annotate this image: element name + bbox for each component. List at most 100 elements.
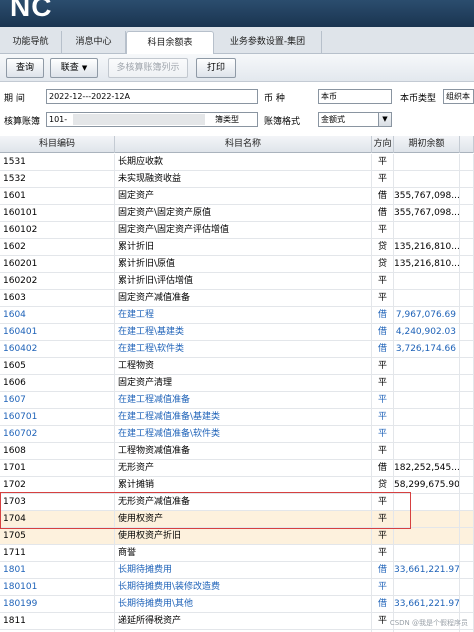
header-name[interactable]: 科目名称 <box>115 136 372 153</box>
account-code-cell: 1703 <box>0 494 115 511</box>
table-row[interactable]: 1702 累计摊销贷 58,299,675.90 <box>0 477 474 494</box>
extra-cell <box>460 579 474 596</box>
watermark: CSDN @我是个假程序员 <box>389 619 468 627</box>
account-code-cell: 160201 <box>0 256 115 273</box>
account-name-cell: 累计折旧\评估增值 <box>115 273 372 290</box>
opening-balance-cell <box>394 528 460 545</box>
period-field[interactable]: 2022-12---2022-12A <box>46 89 258 104</box>
tab-function-nav[interactable]: 功能导航 <box>0 31 62 54</box>
query-button[interactable]: 查询 <box>6 58 44 78</box>
link-query-button[interactable]: 联查 ▼ <box>50 58 98 78</box>
table-row[interactable]: 1532 未实现融资收益平 <box>0 171 474 188</box>
table-row[interactable]: 1601 固定资产借 355,767,098.... <box>0 188 474 205</box>
table-row[interactable]: 1705 使用权资产折旧平 <box>0 528 474 545</box>
chevron-down-icon[interactable]: ▼ <box>378 113 391 126</box>
table-row[interactable]: 1606 固定资产清理平 <box>0 375 474 392</box>
header-extra[interactable] <box>460 136 474 153</box>
table-row[interactable]: 1711 商誉平 <box>0 545 474 562</box>
table-row[interactable]: 160401 在建工程\基建类借 4,240,902.03 <box>0 324 474 341</box>
account-code-cell: 180101 <box>0 579 115 596</box>
direction-cell: 借 <box>372 562 394 579</box>
tab-message-center[interactable]: 消息中心 <box>62 31 126 54</box>
account-name-cell: 长期待摊费用 <box>115 562 372 579</box>
opening-balance-cell: 355,767,098.... <box>394 205 460 222</box>
table-row[interactable]: 180199 长期待摊费用\其他借 33,661,221.97 <box>0 596 474 613</box>
table-row[interactable]: 160202 累计折旧\评估增值平 <box>0 273 474 290</box>
direction-cell: 借 <box>372 324 394 341</box>
account-code-cell: 1604 <box>0 307 115 324</box>
extra-cell <box>460 307 474 324</box>
table-row[interactable]: 160702 在建工程减值准备\软件类平 <box>0 426 474 443</box>
account-name-cell: 累计折旧 <box>115 239 372 256</box>
table-row[interactable]: 1531 长期应收款平 <box>0 154 474 171</box>
direction-cell: 借 <box>372 307 394 324</box>
header-code[interactable]: 科目编码 <box>0 136 115 153</box>
extra-cell <box>460 392 474 409</box>
account-code-cell: 1602 <box>0 239 115 256</box>
multi-book-label: 多核算账簿列示 <box>116 63 180 73</box>
account-name-cell: 长期待摊费用\其他 <box>115 596 372 613</box>
tab-account-balance[interactable]: 科目余额表 <box>126 31 214 54</box>
account-name-cell: 固定资产减值准备 <box>115 290 372 307</box>
extra-cell <box>460 409 474 426</box>
toolbar: 查询 联查 ▼ 多核算账簿列示 打印 <box>0 54 474 82</box>
table-row[interactable]: 180101 长期待摊费用\装修改造费平 <box>0 579 474 596</box>
tab-business-params[interactable]: 业务参数设置-集团 <box>214 31 322 54</box>
extra-cell <box>460 511 474 528</box>
direction-cell: 平 <box>372 409 394 426</box>
account-code-cell: 1701 <box>0 460 115 477</box>
table-row[interactable]: 160101 固定资产\固定资产原值借 355,767,098.... <box>0 205 474 222</box>
table-row[interactable]: 1605 工程物资平 <box>0 358 474 375</box>
currency-field[interactable]: 本币 <box>318 89 392 104</box>
multi-book-button[interactable]: 多核算账簿列示 <box>108 58 188 78</box>
extra-cell <box>460 171 474 188</box>
account-code-cell: 180199 <box>0 596 115 613</box>
table-row[interactable]: 1704 使用权资产平 <box>0 511 474 528</box>
header-opening[interactable]: 期初余额 <box>394 136 460 153</box>
account-name-cell: 使用权资产折旧 <box>115 528 372 545</box>
extra-cell <box>460 596 474 613</box>
account-code-cell: 160702 <box>0 426 115 443</box>
table-row[interactable]: 1602 累计折旧贷 135,216,810.... <box>0 239 474 256</box>
opening-balance-cell <box>394 426 460 443</box>
direction-cell: 借 <box>372 188 394 205</box>
account-code-cell: 1607 <box>0 392 115 409</box>
format-value: 金额式 <box>321 115 345 124</box>
table-row[interactable]: 1703 无形资产减值准备平 <box>0 494 474 511</box>
book-field[interactable]: 101- 簿类型 <box>46 112 258 127</box>
opening-balance-cell <box>394 171 460 188</box>
account-name-cell: 无形资产减值准备 <box>115 494 372 511</box>
direction-cell: 借 <box>372 341 394 358</box>
header-direction[interactable]: 方向 <box>372 136 394 153</box>
opening-balance-cell <box>394 545 460 562</box>
direction-cell: 贷 <box>372 239 394 256</box>
format-select[interactable]: 金额式 ▼ <box>318 112 392 127</box>
opening-balance-cell: 135,216,810.... <box>394 256 460 273</box>
table-row[interactable]: 160102 固定资产\固定资产评估增值平 <box>0 222 474 239</box>
extra-cell <box>460 256 474 273</box>
table-row[interactable]: 1608 工程物资减值准备平 <box>0 443 474 460</box>
opening-balance-cell <box>394 511 460 528</box>
table-row[interactable]: 1604 在建工程借 7,967,076.69 <box>0 307 474 324</box>
print-button[interactable]: 打印 <box>196 58 236 78</box>
account-name-cell: 长期待摊费用\装修改造费 <box>115 579 372 596</box>
table-row[interactable]: 160402 在建工程\软件类借 3,726,174.66 <box>0 341 474 358</box>
extra-cell <box>460 358 474 375</box>
table-row[interactable]: 160701 在建工程减值准备\基建类平 <box>0 409 474 426</box>
account-name-cell: 在建工程减值准备 <box>115 392 372 409</box>
table-row[interactable]: 1701 无形资产借 182,252,545.... <box>0 460 474 477</box>
table-row[interactable]: 1801 长期待摊费用借 33,661,221.97 <box>0 562 474 579</box>
account-name-cell: 在建工程减值准备\基建类 <box>115 409 372 426</box>
direction-cell: 平 <box>372 494 394 511</box>
opening-balance-cell <box>394 392 460 409</box>
table-row[interactable]: 160201 累计折旧\原值贷 135,216,810.... <box>0 256 474 273</box>
table-row[interactable]: 1607 在建工程减值准备平 <box>0 392 474 409</box>
extra-cell <box>460 222 474 239</box>
direction-cell: 贷 <box>372 256 394 273</box>
opening-balance-cell <box>394 273 460 290</box>
table-row[interactable]: 1603 固定资产减值准备平 <box>0 290 474 307</box>
opening-balance-cell <box>394 375 460 392</box>
currency-type-field[interactable]: 组织本 <box>443 89 474 104</box>
account-code-cell: 1705 <box>0 528 115 545</box>
account-name-cell: 商誉 <box>115 545 372 562</box>
